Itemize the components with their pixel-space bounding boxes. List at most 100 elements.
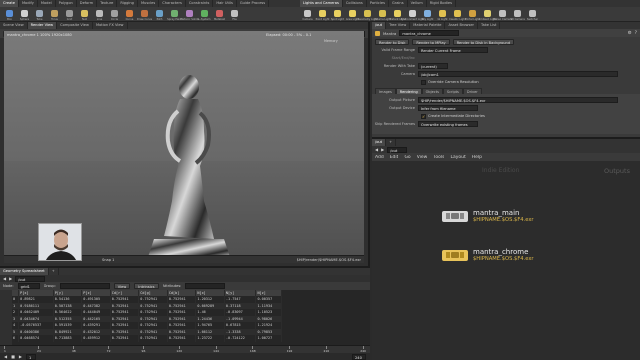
- tab-vellum[interactable]: Vellum: [408, 0, 427, 7]
- menu-go[interactable]: Go: [404, 155, 410, 160]
- skip-menu[interactable]: Overwrite existing frames: [418, 121, 478, 127]
- tab-objects[interactable]: Objects: [421, 87, 443, 94]
- shelf-tool-vr-camera[interactable]: VR Camera: [510, 8, 525, 22]
- override-checkbox[interactable]: [421, 79, 426, 85]
- tab--out[interactable]: /out: [372, 139, 387, 146]
- shelf-tool-draw-curve[interactable]: Draw Curve: [137, 8, 152, 22]
- intrinsics-button[interactable]: Intrinsics: [134, 283, 159, 289]
- tab-polygon[interactable]: Polygon: [56, 0, 77, 7]
- shelf-tool-grid[interactable]: Grid: [62, 8, 77, 22]
- tab--[interactable]: +: [386, 139, 397, 146]
- node-name-field[interactable]: mantra_chrome: [399, 30, 460, 36]
- output-picture-field[interactable]: $HIP/render/$HIPNAME.$OS.$F4.exr: [418, 97, 618, 103]
- tab-muscles[interactable]: Muscles: [138, 0, 160, 7]
- shelf-tool-stereo-camera[interactable]: Stereo Camera: [493, 8, 512, 22]
- play-reverse-icon[interactable]: ◀: [4, 354, 7, 359]
- forward-icon[interactable]: ▶: [381, 147, 384, 152]
- tab-guide-process[interactable]: Guide Process: [237, 0, 270, 7]
- valid-frame-range-menu[interactable]: Render Current Frame: [418, 47, 488, 53]
- shelf-tool-geometry-light[interactable]: Geometry Light: [357, 8, 378, 22]
- tab-images[interactable]: Images: [375, 87, 396, 94]
- tab-characters[interactable]: Characters: [159, 0, 186, 7]
- back-icon[interactable]: ◀: [375, 147, 378, 152]
- tab-tree-view[interactable]: Tree View: [386, 22, 411, 29]
- menu-layout[interactable]: Layout: [450, 155, 465, 160]
- shelf-tool-caustic-light[interactable]: Caustic Light: [449, 8, 466, 22]
- tab-deform[interactable]: Deform: [77, 0, 98, 7]
- menu-help[interactable]: Help: [472, 155, 482, 160]
- help-icon[interactable]: ?: [635, 31, 637, 36]
- tab-composite-view[interactable]: Composite View: [57, 22, 93, 29]
- timeline-end-field[interactable]: 240: [352, 353, 366, 360]
- tab-constraints[interactable]: Constraints: [186, 0, 214, 7]
- tab-texture[interactable]: Texture: [97, 0, 118, 7]
- shelf-tool-point-light[interactable]: Point Light: [315, 8, 330, 22]
- mantra-chrome-node-box[interactable]: [442, 249, 468, 261]
- shelf-tool-tube[interactable]: Tube: [32, 8, 47, 22]
- shelf-tool-torus[interactable]: Torus: [47, 8, 62, 22]
- tab-material-palette[interactable]: Material Palette: [410, 22, 446, 29]
- tab-grains[interactable]: Grains: [389, 0, 408, 7]
- shelf-tool-sphere[interactable]: Sphere: [17, 8, 32, 22]
- node-mantra-main[interactable]: mantra_main $HIPNAME.$OS.$F4.exr: [442, 209, 534, 223]
- tab-geometry-spreadsheet[interactable]: Geometry Spreadsheet: [0, 268, 49, 275]
- tab-lights-and-cameras[interactable]: Lights and Cameras: [300, 0, 343, 7]
- tab-collisions[interactable]: Collisions: [343, 0, 367, 7]
- render-viewport[interactable]: mantra_chrome 1 100% 1920x1080 Elapsed: …: [4, 31, 364, 255]
- shelf-tool-sky-light[interactable]: Sky Light: [420, 8, 435, 22]
- tab-hair-utils[interactable]: Hair Utils: [213, 0, 237, 7]
- network-editor[interactable]: /out + ◀ ▶ /out Add Edit Go View Tools Layout H…: [372, 137, 640, 360]
- shelf-tool-camera[interactable]: Camera: [300, 8, 315, 22]
- render-button-render-to-disk[interactable]: Render to Disk: [375, 38, 410, 45]
- tab-rigging[interactable]: Rigging: [117, 0, 138, 7]
- tab-rendering[interactable]: Rendering: [395, 87, 422, 94]
- shelf-tool-curve[interactable]: Curve: [122, 8, 137, 22]
- shelf-tool-box[interactable]: Box: [2, 8, 17, 22]
- node-mantra-chrome[interactable]: mantra_chrome $HIPNAME.$OS.$F4.exr: [442, 248, 534, 262]
- stop-icon[interactable]: ■: [11, 354, 15, 359]
- tab-scripts[interactable]: Scripts: [442, 87, 463, 94]
- render-button-render-to-mplay[interactable]: Render to MPlay: [412, 38, 450, 45]
- table-row[interactable]: 6 0.0468574 0.713883 0.459912 0.752941 0.7529…: [12, 335, 282, 342]
- tab-asset-browser[interactable]: Asset Browser: [445, 22, 479, 29]
- tab-motion-fx-view[interactable]: Motion FX View: [93, 22, 128, 29]
- render-with-take-menu[interactable]: (current): [418, 63, 448, 69]
- shelf-tool-null[interactable]: Null: [77, 8, 92, 22]
- output-device-menu[interactable]: Infer from filename: [418, 105, 478, 111]
- timeline[interactable]: 1 24 48 72 96 120 144 168 192 216 240 ◀ ■ ▶ 1 240: [0, 345, 370, 360]
- tab-create[interactable]: Create: [0, 0, 19, 7]
- tab-take-list[interactable]: Take List: [478, 22, 501, 29]
- shelf-tool-l-system[interactable]: L-System: [197, 8, 212, 22]
- tab-modify[interactable]: Modify: [19, 0, 38, 7]
- shelf-tool-volume-light[interactable]: Volume Light: [374, 8, 391, 22]
- shelf-tool-switcher[interactable]: Switcher: [525, 8, 540, 22]
- tab-model[interactable]: Model: [38, 0, 56, 7]
- node-field[interactable]: grid1: [17, 283, 40, 289]
- shelf-tool-environment-light[interactable]: Environment Light: [401, 8, 424, 22]
- mantra-main-node-box[interactable]: [442, 210, 468, 222]
- tab-rigid-bodies[interactable]: Rigid Bodies: [427, 0, 456, 7]
- timeline-start-field[interactable]: 1: [25, 353, 36, 360]
- tab--out[interactable]: /out: [372, 22, 387, 29]
- tab-particles[interactable]: Particles: [367, 0, 389, 7]
- play-icon[interactable]: ▶: [19, 354, 22, 359]
- shelf-tool-metaball[interactable]: Metaball: [212, 8, 227, 22]
- shelf-tool-file[interactable]: File: [227, 8, 242, 22]
- tab-render-view[interactable]: Render View: [27, 22, 58, 29]
- shelf-tool-spot-light[interactable]: Spot Light: [330, 8, 345, 22]
- tab--[interactable]: +: [49, 268, 59, 275]
- menu-tools[interactable]: Tools: [433, 155, 444, 160]
- back-icon[interactable]: ◀: [3, 276, 6, 281]
- shelf-tool-gi-light[interactable]: GI Light: [435, 8, 450, 22]
- spreadsheet-path-field[interactable]: /out: [15, 275, 46, 282]
- forward-icon[interactable]: ▶: [9, 276, 12, 281]
- tab-driver[interactable]: Driver: [462, 87, 482, 94]
- menu-view[interactable]: View: [417, 155, 428, 160]
- menu-add[interactable]: Add: [375, 155, 384, 160]
- create-dirs-checkbox[interactable]: ✓: [421, 113, 426, 119]
- network-path-field[interactable]: /out: [387, 146, 408, 153]
- shelf-tool-circle[interactable]: Circle: [107, 8, 122, 22]
- shelf-tool-line[interactable]: Line: [92, 8, 107, 22]
- shelf-tool-path[interactable]: Path: [152, 8, 167, 22]
- attributes-field[interactable]: [185, 283, 226, 289]
